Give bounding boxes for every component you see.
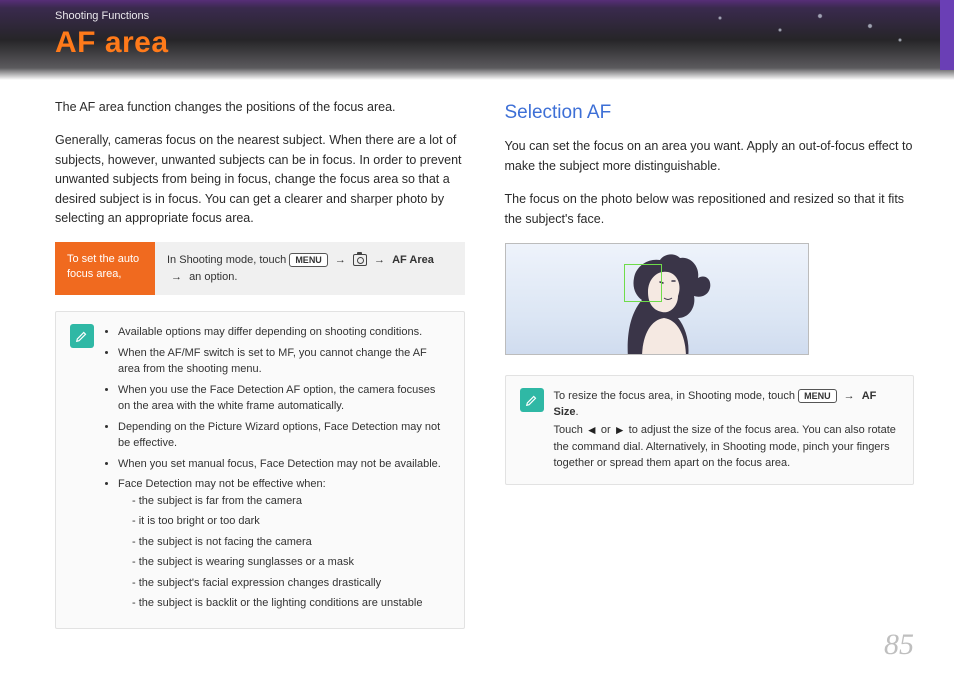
right-p2: The focus on the photo below was reposit… [505,190,915,229]
note-item: When you use the Face Detection AF optio… [118,382,450,415]
instruction-label: To set the auto focus area, [55,242,155,295]
note-item: When you set manual focus, Face Detectio… [118,456,450,473]
arrow-icon: → [335,254,346,266]
note-item: Face Detection may not be effective when… [118,476,450,612]
chevron-right-icon: ► [614,421,626,439]
instruction-lead: In Shooting mode, touch [167,254,289,266]
note-content: To resize the focus area, in Shooting mo… [554,388,900,472]
page-number: 85 [884,628,914,662]
left-column: The AF area function changes the positio… [55,98,465,629]
sample-photo [505,243,809,355]
arrow-icon: → [171,271,182,283]
right-column: Selection AF You can set the focus on an… [505,98,915,629]
note-text: To resize the focus area, in Shooting mo… [554,390,799,402]
instruction-body: In Shooting mode, touch MENU → → AF Area… [155,242,465,295]
pen-icon [520,388,544,412]
note-text: or [601,424,614,436]
sub-item: the subject is backlit or the lighting c… [132,595,450,612]
focus-box [624,264,662,302]
note-box-left: Available options may differ depending o… [55,311,465,629]
section-heading: Selection AF [505,98,915,127]
instruction-tail: an option. [189,271,237,283]
sub-item: the subject's facial expression changes … [132,575,450,592]
note-box-right: To resize the focus area, in Shooting mo… [505,375,915,485]
sub-item: the subject is far from the camera [132,493,450,510]
sub-item: the subject is wearing sunglasses or a m… [132,554,450,571]
pen-icon [70,324,94,348]
chevron-left-icon: ◄ [586,421,598,439]
breadcrumb: Shooting Functions [55,10,169,22]
note-item: Available options may differ depending o… [118,324,450,341]
arrow-icon: → [374,254,385,266]
sub-item: it is too bright or too dark [132,513,450,530]
instruction-row: To set the auto focus area, In Shooting … [55,242,465,295]
sub-item: the subject is not facing the camera [132,534,450,551]
note-item: Depending on the Picture Wizard options,… [118,419,450,452]
menu-chip: MENU [289,253,328,267]
side-tab [940,0,954,70]
camera-icon [353,254,367,266]
arrow-icon: → [844,390,855,402]
header-banner: Shooting Functions AF area [0,0,954,80]
af-area-label: AF Area [392,254,434,266]
note-text: Touch [554,424,586,436]
menu-chip: MENU [798,389,837,403]
note-content: Available options may differ depending o… [104,324,450,616]
note-item: When the AF/MF switch is set to MF, you … [118,345,450,378]
right-p1: You can set the focus on an area you wan… [505,137,915,176]
page-title: AF area [55,26,169,60]
note-item-text: Face Detection may not be effective when… [118,478,326,490]
intro-1: The AF area function changes the positio… [55,98,465,117]
intro-2: Generally, cameras focus on the nearest … [55,131,465,228]
